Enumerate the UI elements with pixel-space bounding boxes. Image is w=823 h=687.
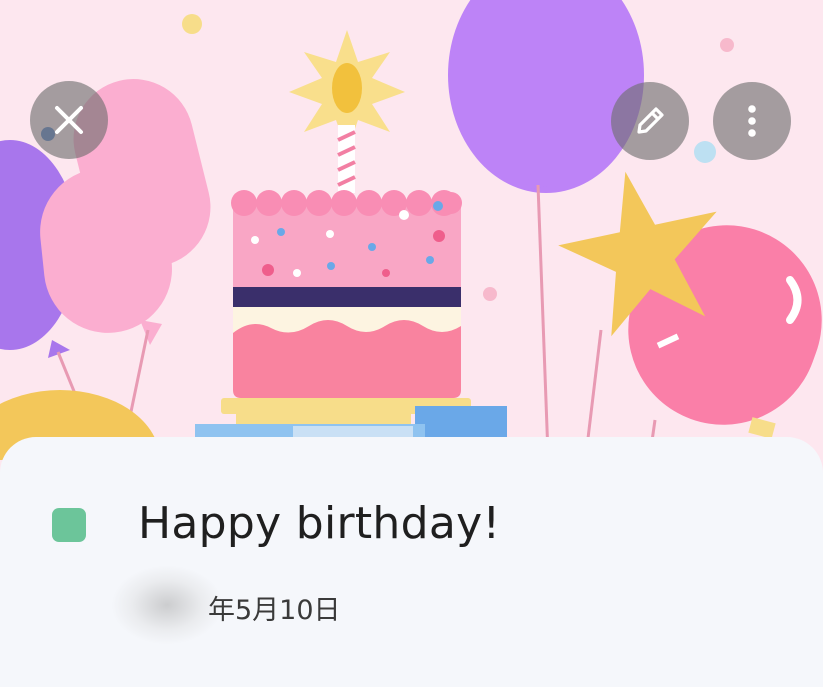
birthday-illustration (0, 0, 822, 460)
event-color-chip (52, 508, 86, 542)
close-icon (55, 106, 83, 134)
pencil-icon (637, 107, 664, 134)
more-vertical-icon (748, 105, 756, 137)
edit-button[interactable] (611, 82, 689, 160)
more-options-button[interactable] (713, 82, 791, 160)
date-blur-overlay (112, 566, 222, 644)
event-detail-screen: Happy birthday! 年5月10日 (0, 0, 823, 687)
close-button[interactable] (30, 81, 108, 159)
event-date: 年5月10日 (208, 595, 341, 626)
event-title: Happy birthday! (138, 498, 501, 549)
event-details-sheet (0, 437, 823, 687)
